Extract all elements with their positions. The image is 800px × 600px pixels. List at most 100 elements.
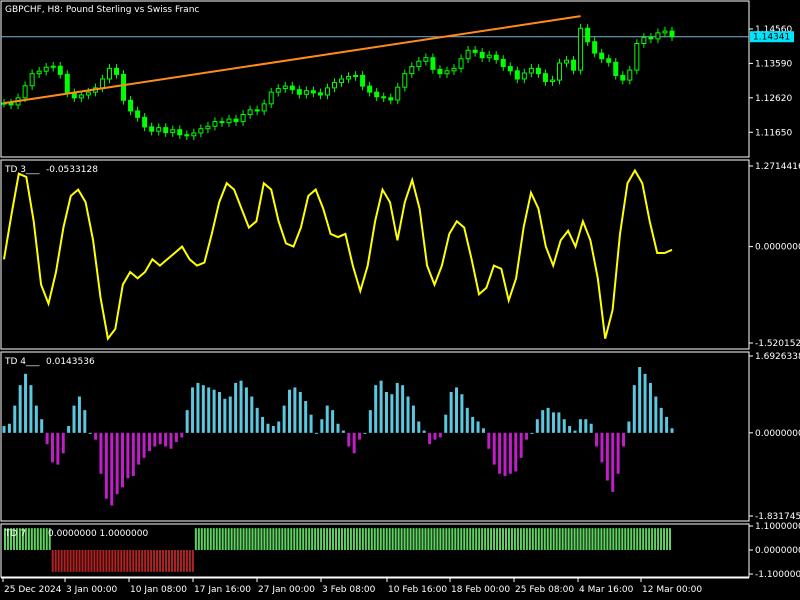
chart-canvas[interactable]: GBPCHF, H8: Pound Sterling vs Swiss Fran…: [0, 0, 800, 600]
td7-bar: [215, 528, 218, 550]
td7-bar: [69, 550, 72, 572]
td4-bar: [336, 423, 340, 433]
td4-bar: [481, 428, 485, 433]
td7-bar: [373, 528, 376, 550]
td7-bar: [156, 550, 159, 572]
2-tick-label: -1.8317459: [755, 512, 800, 522]
3-tick-label: 1.1000000: [755, 522, 800, 532]
td7-bar: [78, 550, 81, 572]
candle-body: [620, 74, 626, 81]
td4-bar: [546, 407, 550, 433]
td4-bar: [498, 432, 502, 474]
candle-body: [163, 127, 169, 134]
td4-pane[interactable]: TD 4___ 0.0143536 1.6926338 0.0000000 -1.8…: [2, 352, 800, 522]
td7-bar: [266, 528, 269, 550]
td7-bar: [233, 528, 236, 550]
td7-bar: [478, 528, 481, 550]
td7-bar: [540, 528, 543, 550]
td7-bar: [361, 528, 364, 550]
td7-bar: [84, 550, 87, 572]
td7-bar: [594, 528, 597, 550]
candle-body: [289, 85, 295, 91]
td4-bar: [460, 394, 464, 433]
td4-bar: [600, 432, 604, 463]
td7-bar: [585, 528, 588, 550]
td7-bar: [242, 528, 245, 550]
td7-bar: [272, 528, 275, 550]
td4-bar: [56, 432, 60, 465]
candle-body: [317, 92, 323, 96]
td4-bar: [352, 432, 356, 454]
td4-bar: [298, 391, 302, 433]
td7-bar: [648, 528, 651, 550]
td4-bar: [212, 389, 216, 433]
td4-bar: [578, 419, 582, 433]
candle-body: [177, 129, 183, 136]
td4-bar: [244, 387, 248, 433]
td7-bar: [505, 528, 507, 550]
chart-window[interactable]: GBPCHF, H8: Pound Sterling vs Swiss Fran…: [0, 0, 800, 600]
td7-bar: [191, 550, 194, 572]
td4-bar: [239, 380, 243, 433]
td7-bar: [603, 528, 606, 550]
td7-bar: [445, 528, 448, 550]
td7-bar: [588, 528, 591, 550]
candle-body: [479, 51, 485, 59]
time-tick-label: 27 Jan 00:00: [258, 585, 315, 595]
candle-body: [641, 36, 647, 44]
td7-bar: [507, 528, 510, 550]
td7-bar: [612, 528, 615, 550]
time-tick-label: 3 Feb 08:00: [322, 585, 376, 595]
td4-bar: [455, 387, 459, 433]
td7-bar: [415, 528, 418, 550]
td4-bar: [261, 416, 265, 433]
time-tick-label: 10 Jan 08:00: [130, 585, 187, 595]
td4-bar: [40, 419, 44, 433]
td3-name: TD 3___: [4, 165, 40, 175]
td7-bar: [332, 528, 335, 550]
candle-body: [585, 27, 591, 43]
td7-bar: [326, 528, 329, 550]
td7-pane[interactable]: TD 7 0.0000000 1.0000000 1.1000000 0.0000…: [4, 522, 800, 580]
td7-bar: [454, 528, 457, 550]
td7-bar: [212, 528, 215, 550]
td4-bar: [503, 432, 507, 476]
candle-body: [360, 74, 366, 87]
td7-bar: [206, 528, 209, 550]
td4-bar: [406, 396, 410, 433]
td3-pane[interactable]: TD 3___ -0.0533128 1.2714416 0.0000000 -1.…: [3, 162, 800, 349]
td7-bar: [168, 550, 170, 572]
candle-body: [388, 97, 394, 101]
td7-bar: [165, 550, 168, 572]
td7-bar: [66, 550, 69, 572]
td7-bar: [257, 528, 260, 550]
td4-bar: [616, 432, 620, 474]
td4-bar: [185, 410, 189, 433]
td4-bar: [595, 432, 599, 447]
td7-bar: [63, 550, 66, 572]
td4-value: 0.0143536: [46, 357, 95, 367]
td7-bar: [579, 528, 582, 550]
td7-bar: [633, 528, 636, 550]
candle-body: [606, 58, 612, 63]
td7-bar: [570, 528, 573, 550]
td4-bar: [670, 428, 674, 433]
td7-bar: [218, 528, 221, 550]
td4-bar: [191, 387, 195, 433]
td4-bar: [180, 432, 184, 438]
td7-bar: [269, 528, 272, 550]
td7-bar: [516, 528, 519, 550]
td7-bar: [367, 528, 370, 550]
td4-bar: [142, 432, 146, 458]
candle-body: [85, 91, 91, 96]
price-pane[interactable]: GBPCHF, H8: Pound Sterling vs Swiss Fran…: [1, 5, 794, 141]
3-tick-label: 0.0000000: [755, 546, 800, 556]
td7-bar: [305, 528, 308, 550]
td7-bar: [487, 528, 490, 550]
td4-bar: [363, 432, 367, 434]
td7-bar: [93, 550, 96, 572]
td4-bar: [417, 421, 421, 433]
td7-bar: [352, 528, 355, 550]
candle-body: [409, 66, 415, 75]
td7-bar: [567, 528, 570, 550]
